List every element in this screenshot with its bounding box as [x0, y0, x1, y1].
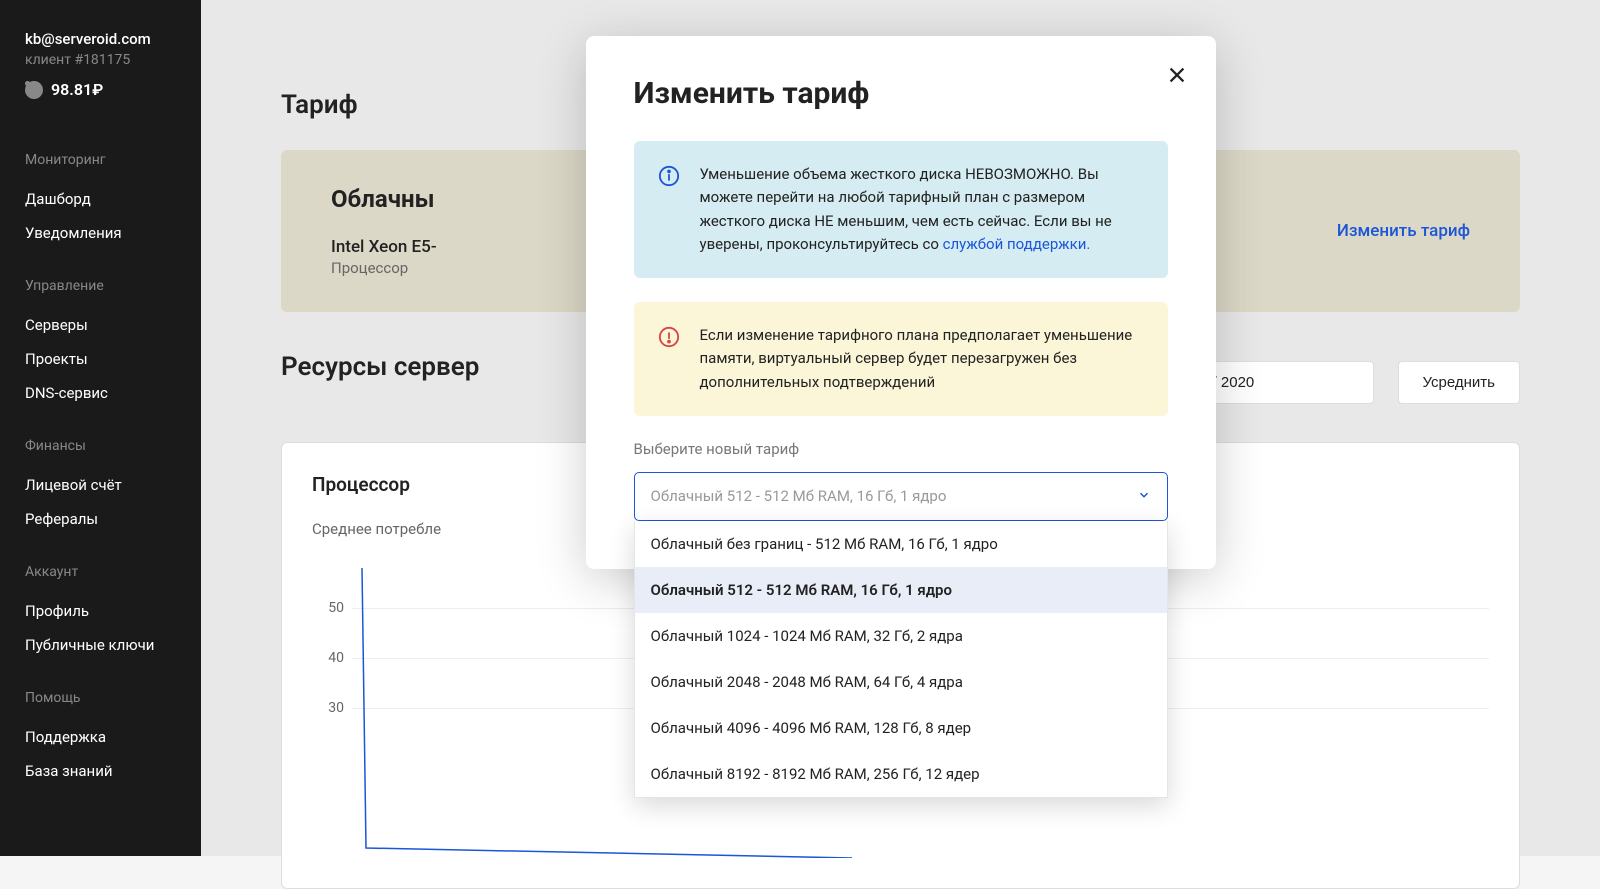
- balance-display[interactable]: 98.81₽: [25, 80, 176, 99]
- tariff-select-value: Облачный 512 - 512 Мб RAM, 16 Гб, 1 ядро: [651, 487, 947, 505]
- chevron-down-icon: [1137, 487, 1151, 506]
- sidebar-item[interactable]: Серверы: [0, 308, 201, 342]
- change-tariff-modal: Изменить тариф Уменьшение объема жестког…: [586, 36, 1216, 569]
- sidebar-item[interactable]: DNS-сервис: [0, 376, 201, 410]
- tariff-option[interactable]: Облачный без границ - 512 Мб RAM, 16 Гб,…: [635, 521, 1167, 567]
- select-label: Выберите новый тариф: [634, 440, 1168, 458]
- info-alert-text: Уменьшение объема жесткого диска НЕВОЗМО…: [700, 163, 1144, 256]
- sidebar-item[interactable]: Уведомления: [0, 216, 201, 250]
- sidebar-item[interactable]: База знаний: [0, 754, 201, 788]
- user-client-id: клиент #181175: [25, 52, 176, 68]
- sidebar-section-title: Мониторинг: [0, 152, 201, 168]
- tariff-option[interactable]: Облачный 512 - 512 Мб RAM, 16 Гб, 1 ядро: [635, 567, 1167, 613]
- sidebar-item[interactable]: Публичные ключи: [0, 628, 201, 662]
- tariff-option[interactable]: Облачный 2048 - 2048 Мб RAM, 64 Гб, 4 яд…: [635, 659, 1167, 705]
- balance-amount: 98.81₽: [51, 80, 103, 99]
- modal-title: Изменить тариф: [634, 76, 1168, 111]
- sidebar-item[interactable]: Проекты: [0, 342, 201, 376]
- sidebar-section-title: Управление: [0, 278, 201, 294]
- sidebar-header: kb@serveroid.com клиент #181175 98.81₽: [0, 30, 201, 124]
- tariff-dropdown: Облачный без границ - 512 Мб RAM, 16 Гб,…: [634, 521, 1168, 798]
- sidebar-item[interactable]: Профиль: [0, 594, 201, 628]
- sidebar-section-title: Аккаунт: [0, 564, 201, 580]
- tariff-option[interactable]: Облачный 1024 - 1024 Мб RAM, 32 Гб, 2 яд…: [635, 613, 1167, 659]
- info-alert: Уменьшение объема жесткого диска НЕВОЗМО…: [634, 141, 1168, 278]
- info-icon: [658, 165, 680, 187]
- coins-icon: [25, 81, 43, 99]
- sidebar-item[interactable]: Лицевой счёт: [0, 468, 201, 502]
- warning-alert-text: Если изменение тарифного плана предполаг…: [700, 324, 1144, 394]
- modal-overlay[interactable]: Изменить тариф Уменьшение объема жестког…: [201, 0, 1600, 856]
- support-link[interactable]: службой поддержки.: [943, 235, 1091, 253]
- tariff-option[interactable]: Облачный 4096 - 4096 Мб RAM, 128 Гб, 8 я…: [635, 705, 1167, 751]
- warning-icon: [658, 326, 680, 348]
- tariff-select[interactable]: Облачный 512 - 512 Мб RAM, 16 Гб, 1 ядро: [634, 472, 1168, 521]
- warning-alert: Если изменение тарифного плана предполаг…: [634, 302, 1168, 416]
- sidebar-item[interactable]: Рефералы: [0, 502, 201, 536]
- sidebar-section-title: Помощь: [0, 690, 201, 706]
- sidebar-item[interactable]: Дашборд: [0, 182, 201, 216]
- close-icon[interactable]: [1166, 64, 1188, 90]
- user-email: kb@serveroid.com: [25, 30, 176, 48]
- sidebar-section-title: Финансы: [0, 438, 201, 454]
- tariff-option[interactable]: Облачный 8192 - 8192 Мб RAM, 256 Гб, 12 …: [635, 751, 1167, 797]
- sidebar: kb@serveroid.com клиент #181175 98.81₽ М…: [0, 0, 201, 856]
- sidebar-item[interactable]: Поддержка: [0, 720, 201, 754]
